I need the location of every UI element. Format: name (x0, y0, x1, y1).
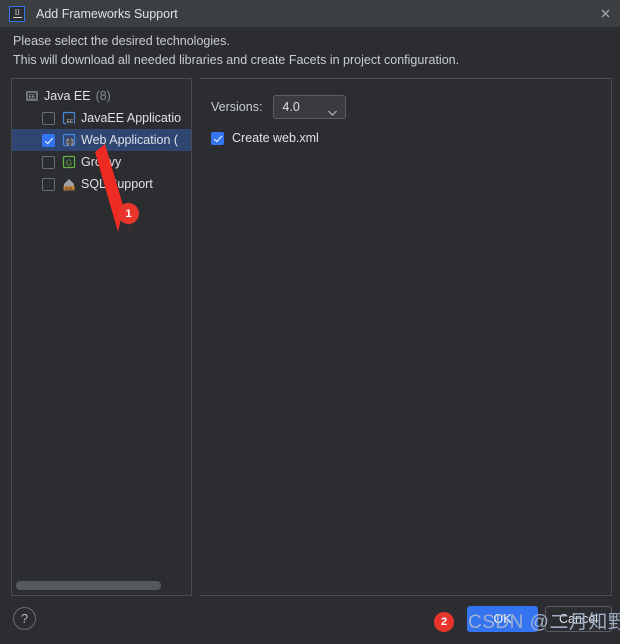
tree-item-groovy[interactable]: G Groovy (12, 151, 191, 173)
web-application-globe-icon (61, 132, 77, 148)
tree-item-javaee-application[interactable]: EE JavaEE Applicatio (12, 107, 191, 129)
tree-item-label: SQL Support (81, 177, 153, 191)
horizontal-scrollbar[interactable] (16, 581, 187, 590)
svg-text:SQL: SQL (65, 186, 74, 191)
checkbox-sql-support[interactable] (42, 177, 55, 191)
versions-label: Versions: (211, 100, 263, 114)
versions-selected-value: 4.0 (282, 100, 300, 114)
svg-text:G: G (66, 159, 72, 168)
sql-support-icon: SQL (61, 176, 77, 192)
versions-dropdown[interactable]: 4.0 (273, 95, 347, 122)
intellij-idea-icon: IJ (9, 5, 25, 22)
tree-item-sql-support[interactable]: SQL SQL Support (12, 173, 191, 195)
description-line-1: Please select the desired technologies. (13, 34, 230, 48)
checkbox-create-webxml[interactable] (211, 131, 224, 145)
tree-item-label: Web Application ( (81, 133, 179, 147)
checkbox-web-application[interactable] (42, 133, 55, 147)
groovy-icon: G (61, 154, 77, 170)
help-button[interactable]: ? (13, 607, 36, 630)
ok-button[interactable]: OK (467, 606, 538, 632)
dialog-title-bar: IJ Add Frameworks Support (0, 0, 620, 27)
frameworks-tree: EE Java EE (8) EE JavaEE Applicatio Web … (12, 85, 191, 195)
svg-text:EE: EE (67, 119, 74, 125)
tree-item-web-application[interactable]: Web Application ( (12, 129, 191, 151)
dialog-title: Add Frameworks Support (36, 6, 178, 21)
tree-group-label: Java EE (44, 89, 91, 103)
java-ee-module-icon: EE (24, 88, 40, 104)
chevron-down-icon (327, 104, 338, 122)
javaee-application-icon: EE (61, 110, 77, 126)
dialog-content: EE Java EE (8) EE JavaEE Applicatio Web … (11, 78, 612, 596)
frameworks-tree-panel: EE Java EE (8) EE JavaEE Applicatio Web … (11, 78, 192, 596)
dialog-description: Please select the desired technologies. … (13, 32, 603, 70)
scrollbar-thumb[interactable] (16, 581, 161, 590)
versions-row: Versions: 4.0 (211, 95, 347, 122)
svg-text:EE: EE (29, 95, 36, 101)
cancel-button[interactable]: Cancel (545, 606, 612, 632)
tree-item-label: Groovy (81, 155, 122, 169)
framework-details-panel: Versions: 4.0 Create web.xml (199, 78, 612, 596)
checkbox-javaee-application[interactable] (42, 111, 55, 125)
tree-item-label: JavaEE Applicatio (81, 111, 182, 125)
create-webxml-row[interactable]: Create web.xml (211, 131, 319, 145)
annotation-badge-2: 2 (434, 612, 454, 632)
close-icon[interactable] (598, 6, 613, 21)
description-line-2: This will download all needed libraries … (13, 53, 460, 67)
tree-group-count: (8) (95, 89, 111, 103)
checkbox-groovy[interactable] (42, 155, 55, 169)
create-webxml-label: Create web.xml (232, 131, 319, 145)
tree-group-java-ee[interactable]: EE Java EE (8) (12, 85, 191, 107)
